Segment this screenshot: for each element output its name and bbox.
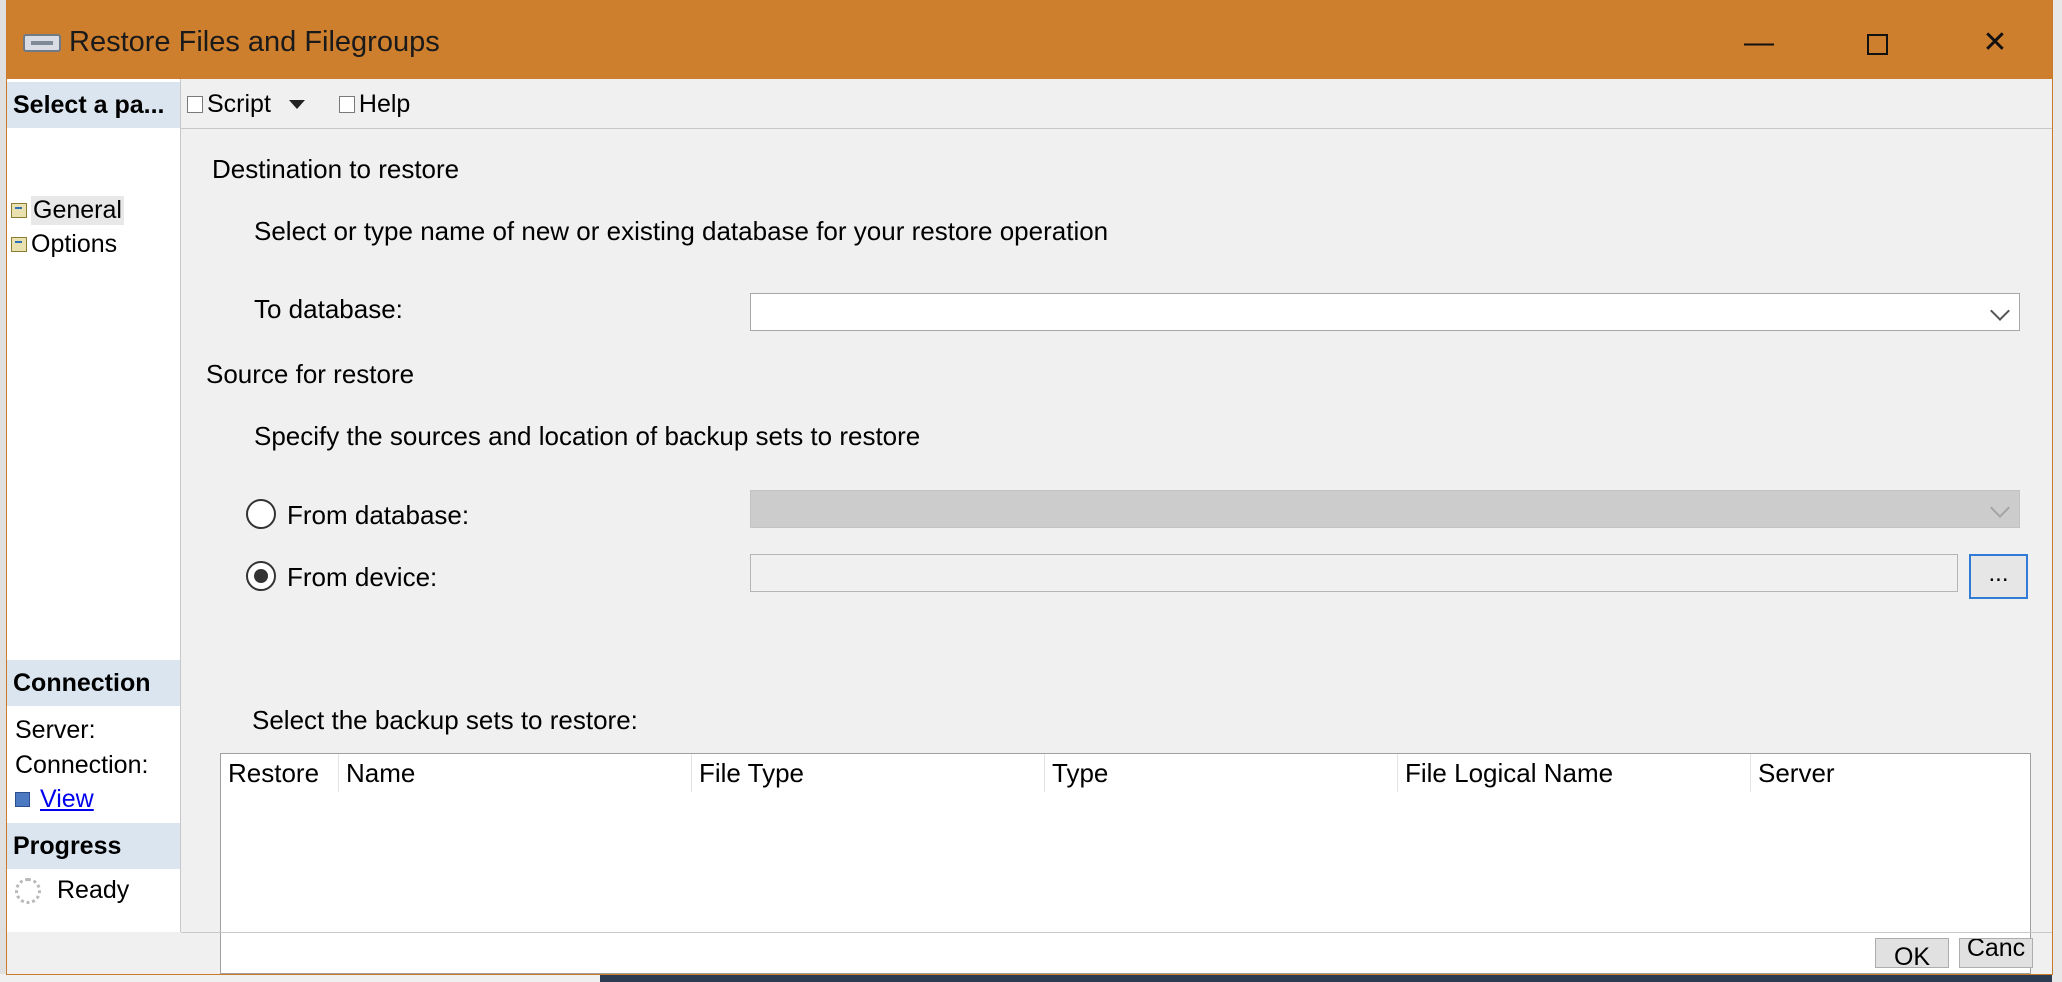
minimize-button[interactable]: —	[1729, 18, 1789, 68]
toolbar-divider	[181, 128, 2052, 129]
to-database-combobox[interactable]	[750, 293, 2020, 331]
title-bar[interactable]: Restore Files and Filegroups — ✕	[7, 0, 2052, 79]
footer-divider	[181, 932, 2052, 933]
destination-description: Select or type name of new or existing d…	[254, 216, 1109, 246]
help-label: Help	[358, 89, 411, 118]
progress-spinner-icon	[15, 877, 41, 904]
from-database-combobox	[750, 490, 2020, 528]
page-item-label: General	[31, 196, 124, 225]
window-title: Restore Files and Filegroups	[69, 26, 440, 58]
select-page-pane: Select a pa... General Options Connectio…	[7, 79, 181, 932]
page-item-options[interactable]: Options	[11, 230, 117, 259]
from-database-radio[interactable]	[246, 499, 276, 529]
source-section-title: Source for restore	[206, 359, 415, 389]
chevron-down-icon	[1990, 301, 2010, 321]
page-icon	[11, 203, 27, 218]
source-description: Specify the sources and location of back…	[254, 421, 921, 451]
backup-sets-grid[interactable]: Restore Name File Type Type File Logical…	[220, 753, 2031, 974]
column-header-name[interactable]: Name	[339, 754, 692, 792]
script-button[interactable]: Script	[187, 90, 271, 119]
from-database-label[interactable]: From database:	[287, 500, 469, 531]
script-label: Script	[207, 89, 271, 118]
destination-section-title: Destination to restore	[212, 154, 460, 184]
restore-files-dialog: Restore Files and Filegroups — ✕ Select …	[7, 0, 2052, 974]
desktop-background-bottom	[0, 974, 600, 982]
app-icon	[23, 34, 61, 52]
column-header-file-logical-name[interactable]: File Logical Name	[1398, 754, 1751, 792]
connection-label: Connection:	[15, 751, 149, 779]
column-header-type[interactable]: Type	[1045, 754, 1398, 792]
view-connection-properties[interactable]: View	[15, 785, 94, 814]
column-header-restore[interactable]: Restore	[221, 754, 339, 792]
connection-header: Connection	[7, 660, 180, 706]
close-button[interactable]: ✕	[1965, 18, 2025, 68]
desktop-background-right	[2052, 0, 2062, 982]
progress-header: Progress	[7, 823, 180, 869]
chevron-down-icon	[1990, 498, 2010, 518]
cancel-button[interactable]: Canc	[1959, 938, 2033, 968]
from-device-radio[interactable]	[246, 561, 276, 591]
backup-sets-label: Select the backup sets to restore:	[252, 705, 638, 735]
script-dropdown-icon[interactable]	[288, 99, 305, 109]
select-page-header: Select a pa...	[7, 82, 180, 128]
connection-properties-icon	[15, 792, 30, 807]
toolbar: Script Help	[187, 86, 410, 122]
page-item-general[interactable]: General	[11, 196, 124, 225]
view-link[interactable]: View	[40, 785, 94, 814]
help-button[interactable]: Help	[338, 89, 411, 119]
column-header-server[interactable]: Server	[1751, 754, 2030, 792]
progress-status-text: Ready	[57, 876, 130, 904]
to-database-label: To database:	[254, 294, 403, 324]
help-icon	[338, 95, 355, 113]
page-item-label: Options	[31, 230, 118, 258]
script-icon	[187, 95, 203, 113]
column-header-file-type[interactable]: File Type	[692, 754, 1045, 792]
browse-devices-button[interactable]: ...	[1969, 554, 2028, 599]
progress-status: Ready	[15, 876, 129, 905]
server-label: Server:	[15, 716, 96, 744]
maximize-button[interactable]	[1847, 18, 1907, 68]
page-icon	[11, 237, 27, 252]
from-device-path-field[interactable]	[750, 554, 1958, 592]
from-device-label[interactable]: From device:	[287, 562, 437, 593]
ok-button[interactable]: OK	[1875, 938, 1949, 968]
maximize-icon	[1866, 33, 1888, 55]
